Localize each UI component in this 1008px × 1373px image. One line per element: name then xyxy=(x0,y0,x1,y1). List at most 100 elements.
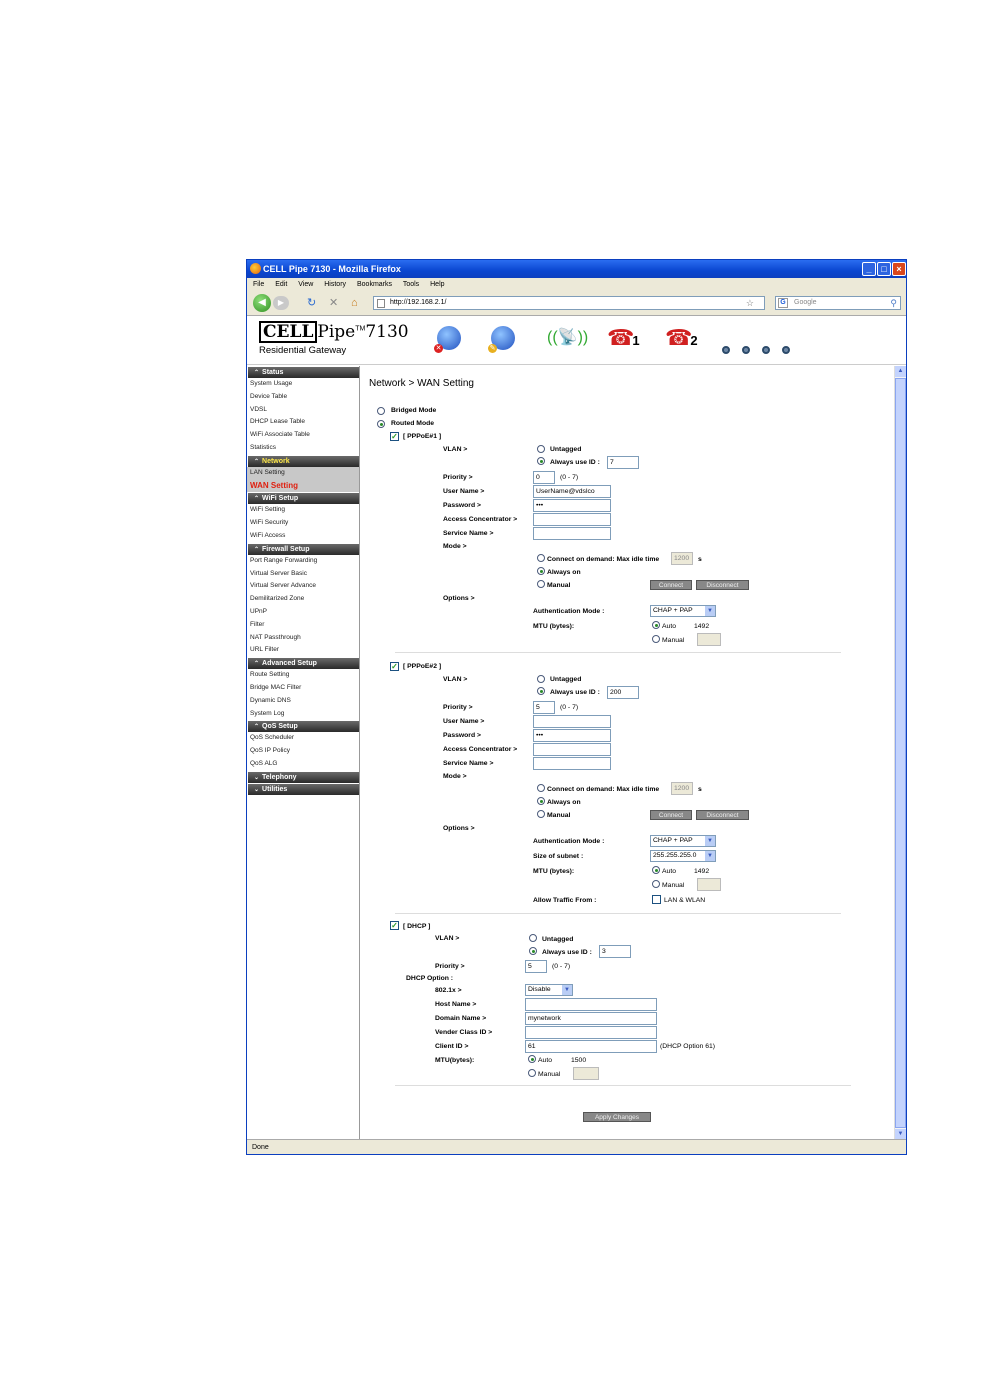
menu-help[interactable]: Help xyxy=(430,281,444,288)
pppoe2-idle-time-input[interactable]: 1200 xyxy=(671,782,693,795)
pppoe1-connect-button[interactable]: Connect xyxy=(650,580,692,590)
pppoe2-manual-radio[interactable] xyxy=(537,810,545,818)
wifi-antenna-icon[interactable]: ((📡)) xyxy=(547,326,588,350)
pppoe2-untagged-radio[interactable] xyxy=(537,675,545,683)
routed-mode-radio[interactable] xyxy=(377,420,385,428)
minimize-icon[interactable]: _ xyxy=(862,262,876,276)
sidebar-section-network[interactable]: ⌃ Network xyxy=(248,455,359,467)
scrollbar-thumb[interactable] xyxy=(895,378,906,1128)
forward-icon[interactable]: ▶ xyxy=(273,296,289,310)
sidebar-item-wifi-security[interactable]: WiFi Security xyxy=(247,517,359,530)
sidebar-section-qos[interactable]: ⌃ QoS Setup xyxy=(248,721,359,733)
dhcp-untagged-radio[interactable] xyxy=(529,934,537,942)
pppoe2-mtu-auto-radio[interactable] xyxy=(652,866,660,874)
pppoe2-always-use-id-radio[interactable] xyxy=(537,687,545,695)
pppoe1-connect-on-demand-radio[interactable] xyxy=(537,554,545,562)
pppoe1-username-input[interactable]: UserName@vdslco xyxy=(533,485,611,498)
pppoe1-password-input[interactable]: ••• xyxy=(533,499,611,512)
pppoe2-ac-input[interactable] xyxy=(533,743,611,756)
pppoe2-connect-on-demand-radio[interactable] xyxy=(537,784,545,792)
dhcp-mtu-manual-radio[interactable] xyxy=(528,1069,536,1077)
menu-file[interactable]: File xyxy=(253,281,264,288)
menu-history[interactable]: History xyxy=(324,281,346,288)
close-icon[interactable]: × xyxy=(892,262,906,276)
sidebar-item-upnp[interactable]: UPnP xyxy=(247,606,359,619)
dhcp-dot1x-select[interactable]: Disable ▼ xyxy=(525,984,573,996)
sidebar-item-wifi-setting[interactable]: WiFi Setting xyxy=(247,504,359,517)
pppoe2-connect-button[interactable]: Connect xyxy=(650,810,692,820)
sidebar-item-dynamic-dns[interactable]: Dynamic DNS xyxy=(247,695,359,708)
dhcp-mtu-auto-radio[interactable] xyxy=(528,1055,536,1063)
sidebar-item-filter[interactable]: Filter xyxy=(247,619,359,632)
menu-view[interactable]: View xyxy=(298,281,313,288)
pppoe2-enable-checkbox[interactable]: ✓ xyxy=(390,662,399,671)
sidebar-item-vdsl[interactable]: VDSL xyxy=(247,404,359,417)
sidebar-item-device-table[interactable]: Device Table xyxy=(247,391,359,404)
menu-edit[interactable]: Edit xyxy=(275,281,287,288)
pppoe2-subnet-select[interactable]: 255.255.255.0 ▼ xyxy=(650,850,716,862)
search-icon[interactable]: ⚲ xyxy=(890,297,897,309)
dhcp-vender-class-input[interactable] xyxy=(525,1026,657,1039)
pppoe1-untagged-radio[interactable] xyxy=(537,445,545,453)
sidebar-section-wifi[interactable]: ⌃ WiFi Setup xyxy=(248,493,359,505)
sidebar-item-qos-alg[interactable]: QoS ALG xyxy=(247,758,359,771)
pppoe2-password-input[interactable]: ••• xyxy=(533,729,611,742)
pppoe1-enable-checkbox[interactable]: ✓ xyxy=(390,432,399,441)
pppoe2-mtu-manual-radio[interactable] xyxy=(652,880,660,888)
pppoe1-always-use-id-radio[interactable] xyxy=(537,457,545,465)
menu-tools[interactable]: Tools xyxy=(403,281,419,288)
apply-changes-button[interactable]: Apply Changes xyxy=(583,1112,651,1122)
back-icon[interactable]: ◀ xyxy=(253,294,271,312)
sidebar-item-bridge-mac-filter[interactable]: Bridge MAC Filter xyxy=(247,682,359,695)
pppoe2-mtu-manual-input[interactable] xyxy=(697,878,721,891)
sidebar-item-lan-setting[interactable]: LAN Setting xyxy=(247,466,359,480)
pppoe1-disconnect-button[interactable]: Disconnect xyxy=(696,580,749,590)
sidebar-item-virtual-server-advance[interactable]: Virtual Server Advance xyxy=(247,580,359,593)
dhcp-domain-name-input[interactable]: mynetwork xyxy=(525,1012,657,1025)
sidebar-item-url-filter[interactable]: URL Filter xyxy=(247,644,359,657)
pppoe2-always-on-radio[interactable] xyxy=(537,797,545,805)
sidebar-item-port-range-forwarding[interactable]: Port Range Forwarding xyxy=(247,555,359,568)
sidebar-item-wifi-associate-table[interactable]: WiFi Associate Table xyxy=(247,429,359,442)
dhcp-priority-input[interactable]: 5 xyxy=(525,960,547,973)
scroll-up-icon[interactable]: ▲ xyxy=(895,366,906,377)
globe-internet-icon[interactable]: ✕ xyxy=(434,326,461,353)
bridged-mode-radio[interactable] xyxy=(377,407,385,415)
sidebar-item-wifi-access[interactable]: WiFi Access xyxy=(247,530,359,543)
bookmark-star-icon[interactable]: ☆ xyxy=(746,297,754,309)
pppoe2-disconnect-button[interactable]: Disconnect xyxy=(696,810,749,820)
menu-bookmarks[interactable]: Bookmarks xyxy=(357,281,392,288)
globe-network-icon[interactable]: ✎ xyxy=(488,326,515,353)
url-bar[interactable]: http://192.168.2.1/ ☆ xyxy=(373,296,765,310)
sidebar-item-demilitarized-zone[interactable]: Demilitarized Zone xyxy=(247,593,359,606)
sidebar-section-utilities[interactable]: ⌄ Utilities xyxy=(248,783,359,795)
pppoe2-lan-wlan-checkbox[interactable] xyxy=(652,895,661,904)
pppoe1-mtu-manual-radio[interactable] xyxy=(652,635,660,643)
dhcp-host-name-input[interactable] xyxy=(525,998,657,1011)
vertical-scrollbar[interactable]: ▲ ▼ xyxy=(894,366,906,1140)
sidebar-item-virtual-server-basic[interactable]: Virtual Server Basic xyxy=(247,568,359,581)
dhcp-always-use-id-radio[interactable] xyxy=(529,947,537,955)
sidebar-item-route-setting[interactable]: Route Setting xyxy=(247,669,359,682)
sidebar-section-advanced[interactable]: ⌃ Advanced Setup xyxy=(248,658,359,670)
sidebar-item-dhcp-lease-table[interactable]: DHCP Lease Table xyxy=(247,416,359,429)
pppoe2-service-input[interactable] xyxy=(533,757,611,770)
sidebar-item-system-usage[interactable]: System Usage xyxy=(247,378,359,391)
sidebar-item-nat-passthrough[interactable]: NAT Passthrough xyxy=(247,632,359,645)
pppoe2-auth-mode-select[interactable]: CHAP + PAP ▼ xyxy=(650,835,716,847)
pppoe2-priority-input[interactable]: 5 xyxy=(533,701,555,714)
pppoe1-vlan-id-input[interactable]: 7 xyxy=(607,456,639,469)
pppoe1-ac-input[interactable] xyxy=(533,513,611,526)
pppoe1-auth-mode-select[interactable]: CHAP + PAP ▼ xyxy=(650,605,716,617)
sidebar-item-system-log[interactable]: System Log xyxy=(247,708,359,721)
pppoe2-username-input[interactable] xyxy=(533,715,611,728)
home-icon[interactable]: ⌂ xyxy=(351,296,358,310)
search-box[interactable]: G Google ⚲ xyxy=(775,296,901,310)
sidebar-item-statistics[interactable]: Statistics xyxy=(247,442,359,455)
dhcp-mtu-manual-input[interactable] xyxy=(573,1067,599,1080)
pppoe1-manual-radio[interactable] xyxy=(537,580,545,588)
pppoe1-mtu-manual-input[interactable] xyxy=(697,633,721,646)
pppoe1-priority-input[interactable]: 0 xyxy=(533,471,555,484)
dhcp-client-id-input[interactable]: 61 xyxy=(525,1040,657,1053)
sidebar-section-firewall[interactable]: ⌃ Firewall Setup xyxy=(248,543,359,555)
